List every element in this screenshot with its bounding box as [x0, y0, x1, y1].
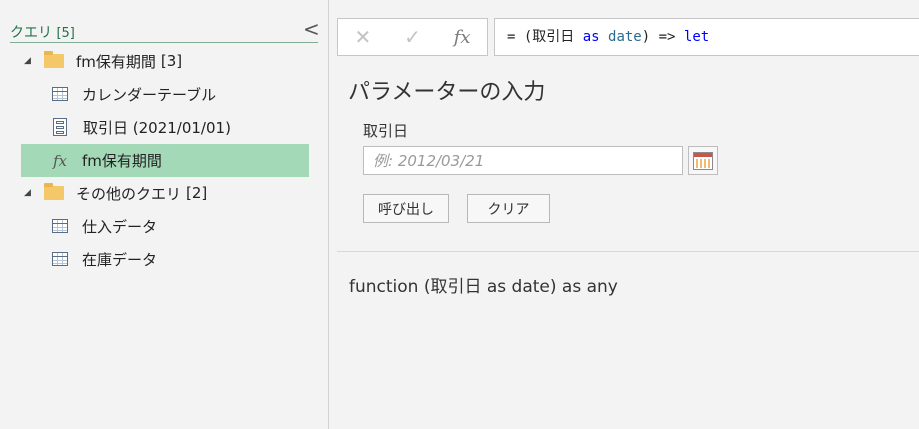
formula-keyword: let [683, 29, 710, 45]
clear-button[interactable]: クリア [467, 194, 550, 223]
group-count: [2] [186, 184, 208, 202]
parameter-icon [53, 118, 67, 136]
calendar-button[interactable] [688, 146, 718, 175]
expand-triangle-icon[interactable]: ◢ [24, 56, 34, 66]
parameter-label: 取引日 [363, 122, 409, 140]
query-item-label: カレンダーテーブル [82, 85, 217, 104]
queries-count: [5] [56, 26, 75, 41]
formula-input[interactable]: = (取引日 as date) => let [494, 18, 919, 56]
table-icon [52, 252, 68, 266]
calendar-icon [693, 151, 713, 170]
folder-icon [44, 183, 64, 200]
query-item-purchase[interactable]: 仕入データ [52, 212, 308, 240]
group-other-queries[interactable]: ◢ その他のクエリ [2] [24, 179, 207, 207]
fx-icon[interactable]: fx [437, 27, 487, 48]
formula-text: ) => [641, 29, 684, 45]
query-item-label: 在庫データ [82, 250, 158, 269]
queries-pane: クエリ [5] < ◢ fm保有期間 [3] カレンダーテーブル 取引日 (20… [0, 0, 328, 429]
section-divider [337, 251, 919, 252]
query-item-calendar[interactable]: カレンダーテーブル [52, 80, 308, 108]
query-item-label: 取引日 (2021/01/01) [83, 118, 231, 137]
function-icon: fx [52, 151, 67, 170]
group-fm-hoyu[interactable]: ◢ fm保有期間 [3] [24, 47, 182, 75]
queries-title: クエリ [10, 25, 52, 41]
expand-triangle-icon[interactable]: ◢ [24, 188, 34, 198]
collapse-pane-button[interactable]: < [303, 19, 320, 40]
query-item-label: 仕入データ [82, 217, 158, 236]
query-item-parameter[interactable]: 取引日 (2021/01/01) [53, 113, 308, 141]
formula-type: date [608, 29, 642, 45]
table-icon [52, 219, 68, 233]
query-item-function-selected[interactable]: fx fm保有期間 [21, 144, 309, 177]
formula-keyword: as [582, 29, 600, 45]
group-count: [3] [160, 52, 183, 70]
formula-bar-buttons: ✕ ✓ fx [337, 18, 488, 56]
group-label: fm保有期間 [76, 52, 156, 71]
query-item-label: fm保有期間 [82, 152, 162, 170]
function-signature: function (取引日 as date) as any [349, 277, 618, 297]
confirm-icon[interactable]: ✓ [388, 25, 438, 49]
invoke-button[interactable]: 呼び出し [363, 194, 449, 223]
folder-icon [44, 51, 64, 68]
cancel-icon[interactable]: ✕ [338, 25, 388, 49]
formula-text: = (取引日 [507, 29, 583, 45]
parameter-panel-title: パラメーターの入力 [348, 80, 546, 105]
group-label: その他のクエリ [76, 184, 182, 203]
pane-divider[interactable] [328, 0, 329, 429]
formula-space [600, 29, 608, 45]
table-icon [52, 87, 68, 101]
query-item-stock[interactable]: 在庫データ [52, 245, 308, 273]
date-field[interactable] [363, 146, 683, 175]
header-rule [10, 42, 318, 43]
queries-header: クエリ [5] [10, 22, 75, 42]
